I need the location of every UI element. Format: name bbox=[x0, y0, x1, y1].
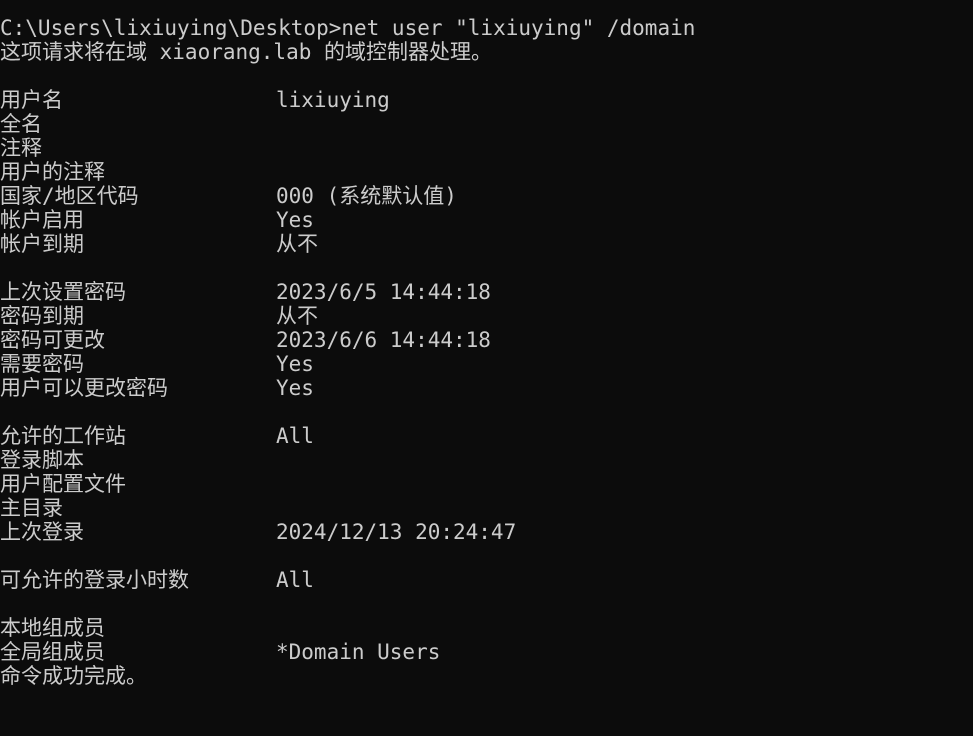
field-label: 帐户到期 bbox=[0, 232, 84, 256]
field-value: 2024/12/13 20:24:47 bbox=[276, 520, 517, 544]
field-last-logon: 上次登录 2024/12/13 20:24:47 bbox=[0, 520, 973, 544]
field-full-name: 全名 bbox=[0, 112, 973, 136]
field-label: 本地组成员 bbox=[0, 616, 105, 640]
field-account-expires: 帐户到期 从不 bbox=[0, 232, 973, 256]
field-value: Yes bbox=[276, 352, 314, 376]
field-label: 上次登录 bbox=[0, 520, 84, 544]
terminal-output[interactable]: C:\Users\lixiuying\Desktop>net user "lix… bbox=[0, 16, 973, 700]
field-value: lixiuying bbox=[276, 88, 390, 112]
field-label: 允许的工作站 bbox=[0, 424, 126, 448]
field-label: 用户配置文件 bbox=[0, 472, 126, 496]
field-workstations-allowed: 允许的工作站 All bbox=[0, 424, 973, 448]
field-label: 用户名 bbox=[0, 88, 63, 112]
field-value: 从不 bbox=[276, 304, 318, 328]
field-label: 注释 bbox=[0, 136, 42, 160]
field-user-name: 用户名 lixiuying bbox=[0, 88, 973, 112]
field-value: 2023/6/6 14:44:18 bbox=[276, 328, 491, 352]
field-value: Yes bbox=[276, 376, 314, 400]
field-value: Yes bbox=[276, 208, 314, 232]
field-local-group-memberships: 本地组成员 bbox=[0, 616, 973, 640]
field-value: 从不 bbox=[276, 232, 318, 256]
command-text: C:\Users\lixiuying\Desktop>net user "lix… bbox=[0, 16, 696, 40]
field-label: 用户可以更改密码 bbox=[0, 376, 168, 400]
field-user-profile: 用户配置文件 bbox=[0, 472, 973, 496]
field-value: *Domain Users bbox=[276, 640, 441, 664]
field-label: 全名 bbox=[0, 112, 42, 136]
field-label: 密码到期 bbox=[0, 304, 84, 328]
field-label: 密码可更改 bbox=[0, 328, 105, 352]
field-value: All bbox=[276, 424, 314, 448]
completion-text: 命令成功完成。 bbox=[0, 664, 147, 688]
field-comment: 注释 bbox=[0, 136, 973, 160]
completion-line: 命令成功完成。 bbox=[0, 664, 973, 688]
field-label: 可允许的登录小时数 bbox=[0, 568, 189, 592]
processing-text: 这项请求将在域 xiaorang.lab 的域控制器处理。 bbox=[0, 40, 493, 64]
field-password-expires: 密码到期 从不 bbox=[0, 304, 973, 328]
processing-line: 这项请求将在域 xiaorang.lab 的域控制器处理。 bbox=[0, 40, 973, 64]
field-label: 需要密码 bbox=[0, 352, 84, 376]
field-password-changeable: 密码可更改 2023/6/6 14:44:18 bbox=[0, 328, 973, 352]
field-label: 用户的注释 bbox=[0, 160, 105, 184]
field-password-last-set: 上次设置密码 2023/6/5 14:44:18 bbox=[0, 280, 973, 304]
field-country-code: 国家/地区代码 000 (系统默认值) bbox=[0, 184, 973, 208]
field-value: All bbox=[276, 568, 314, 592]
field-global-group-memberships: 全局组成员 *Domain Users bbox=[0, 640, 973, 664]
field-home-directory: 主目录 bbox=[0, 496, 973, 520]
field-label: 全局组成员 bbox=[0, 640, 105, 664]
field-password-required: 需要密码 Yes bbox=[0, 352, 973, 376]
field-label: 上次设置密码 bbox=[0, 280, 126, 304]
field-logon-script: 登录脚本 bbox=[0, 448, 973, 472]
field-user-may-change-password: 用户可以更改密码 Yes bbox=[0, 376, 973, 400]
field-value: 2023/6/5 14:44:18 bbox=[276, 280, 491, 304]
field-label: 国家/地区代码 bbox=[0, 184, 139, 208]
field-account-active: 帐户启用 Yes bbox=[0, 208, 973, 232]
field-user-comment: 用户的注释 bbox=[0, 160, 973, 184]
field-logon-hours-allowed: 可允许的登录小时数 All bbox=[0, 568, 973, 592]
field-value: 000 (系统默认值) bbox=[276, 184, 457, 208]
field-label: 帐户启用 bbox=[0, 208, 84, 232]
field-label: 主目录 bbox=[0, 496, 63, 520]
command-line: C:\Users\lixiuying\Desktop>net user "lix… bbox=[0, 16, 973, 40]
field-label: 登录脚本 bbox=[0, 448, 84, 472]
